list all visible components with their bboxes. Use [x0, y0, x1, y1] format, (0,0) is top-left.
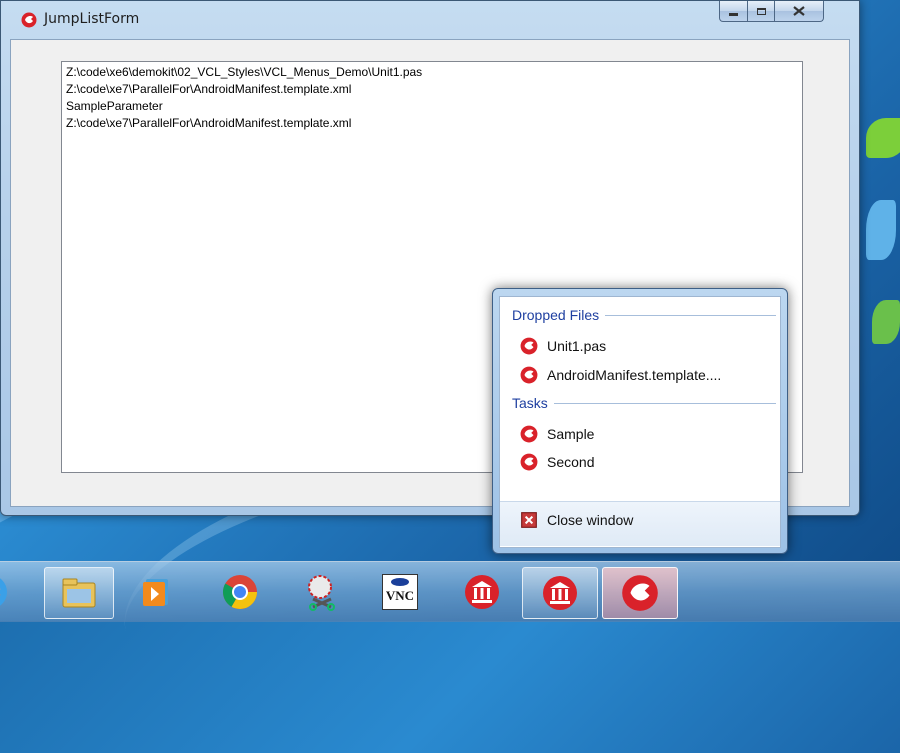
jumplist-item[interactable]: Sample: [520, 425, 594, 443]
minimize-button[interactable]: [719, 1, 748, 22]
group-title-dropped-files: Dropped Files: [512, 307, 600, 323]
windows-explorer-icon: [62, 578, 96, 608]
red-building-app-icon: [465, 575, 499, 609]
taskbar-button[interactable]: [206, 567, 274, 617]
divider: [605, 314, 776, 316]
title-bar[interactable]: JumpListForm: [1, 1, 859, 35]
delphi-app-icon: [520, 453, 538, 471]
window-title: JumpListForm: [44, 11, 140, 27]
delphi-app-icon: [520, 425, 538, 443]
close-window-icon: [521, 512, 537, 528]
jumplist-item-label: AndroidManifest.template....: [547, 367, 722, 383]
taskbar-button[interactable]: [44, 567, 114, 619]
vnc-label: VNC: [385, 588, 415, 603]
memo-line: Z:\code\xe6\demokit\02_VCL_Styles\VCL_Me…: [66, 65, 423, 79]
jumplist-item[interactable]: Unit1.pas: [520, 337, 606, 355]
red-building-app-icon: [543, 576, 577, 610]
jumplist-group-header: Tasks: [512, 395, 776, 411]
vnc-icon: VNC: [382, 574, 418, 610]
memo-line: SampleParameter: [66, 99, 163, 113]
vnc-eye: [391, 578, 409, 586]
jumplist-item-label: Unit1.pas: [547, 338, 607, 354]
taskbar-button-jumplistform[interactable]: [602, 567, 678, 619]
taskbar-button[interactable]: [122, 567, 190, 617]
desktop-leaf: [866, 118, 900, 158]
taskbar-button[interactable]: [288, 567, 356, 617]
divider: [553, 402, 776, 404]
minimize-icon: [729, 12, 738, 16]
snipping-tool-icon: [308, 575, 335, 611]
internet-explorer-icon: [0, 578, 7, 606]
maximize-icon: [756, 7, 766, 15]
close-icon: [793, 6, 805, 16]
delphi-app-icon: [520, 366, 538, 384]
jumplist-item[interactable]: AndroidManifest.template....: [520, 366, 721, 384]
close-window-item[interactable]: Close window: [520, 511, 633, 529]
desktop-leaf: [866, 200, 896, 260]
close-button[interactable]: [774, 1, 824, 22]
jumplist-item-label: Sample: [547, 426, 595, 442]
close-window-label: Close window: [547, 512, 634, 528]
maximize-button[interactable]: [747, 1, 775, 22]
media-player-icon: [143, 579, 168, 606]
memo-line: Z:\code\xe7\ParallelFor\AndroidManifest.…: [66, 82, 352, 96]
delphi-app-icon: [520, 337, 538, 355]
jump-list: Dropped Files Unit1.pas AndroidManifest.…: [492, 288, 788, 554]
desktop-leaf: [872, 300, 900, 344]
taskbar-button[interactable]: [522, 567, 598, 619]
taskbar-button[interactable]: [448, 567, 516, 617]
taskbar-button[interactable]: VNC: [366, 567, 434, 617]
delphi-app-icon: [21, 12, 37, 28]
jumplist-group-header: Dropped Files: [512, 307, 776, 323]
group-title-tasks: Tasks: [512, 395, 548, 411]
jumplist-item-label: Second: [547, 454, 595, 470]
delphi-app-icon: [622, 575, 658, 611]
chrome-icon: [223, 575, 257, 609]
jump-list-panel: Dropped Files Unit1.pas AndroidManifest.…: [499, 296, 781, 548]
jumplist-item[interactable]: Second: [520, 453, 594, 471]
memo-line: Z:\code\xe7\ParallelFor\AndroidManifest.…: [66, 116, 352, 130]
taskbar-button[interactable]: [0, 567, 20, 617]
